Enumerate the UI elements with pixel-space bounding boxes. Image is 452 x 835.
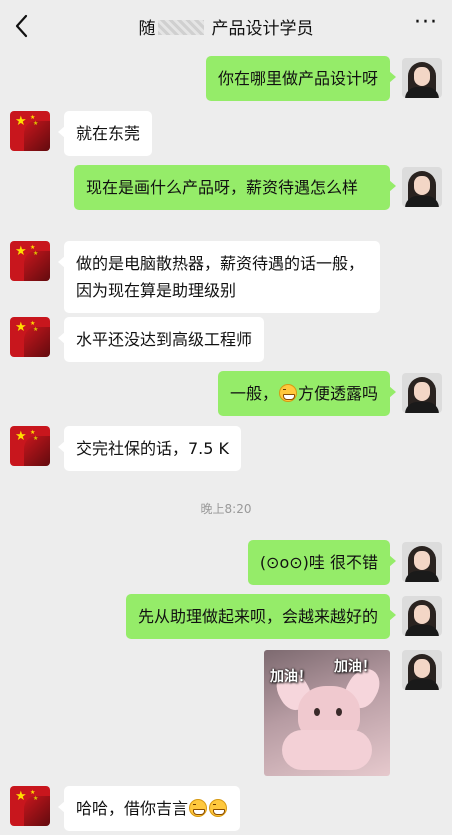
message-text: (⊙o⊙)哇 很不错 — [259, 553, 378, 572]
contact-avatar[interactable]: ★★★ — [10, 111, 50, 151]
message-bubble-sent[interactable]: 现在是画什么产品呀，薪资待遇怎么样 — [74, 165, 396, 210]
contact-avatar[interactable]: ★★★ — [10, 786, 50, 826]
my-avatar[interactable] — [402, 596, 442, 636]
message-bubble-sent[interactable]: (⊙o⊙)哇 很不错 — [247, 540, 397, 585]
message-text: 现在是画什么产品呀，薪资待遇怎么样 — [86, 178, 359, 197]
message-text: 就在东莞 — [76, 124, 141, 143]
message-text: 交完社保的话，7.5 K — [76, 439, 230, 458]
my-avatar[interactable] — [402, 650, 442, 690]
message-text: 先从助理做起来呗，会越来越好的 — [137, 607, 378, 626]
message-bubble-received[interactable]: 哈哈，借你吉言 — [57, 786, 241, 831]
more-dots-icon[interactable]: ··· — [414, 12, 438, 34]
message-text-after: 方便透露吗 — [297, 384, 378, 403]
chat-title: 随 产品设计学员 — [0, 14, 452, 39]
message-text: 你在哪里做产品设计呀 — [217, 69, 378, 88]
message-bubble-received[interactable]: 交完社保的话，7.5 K — [57, 426, 242, 471]
sticker-caption-left: 加油！ — [270, 669, 312, 685]
sticker-image[interactable]: 加油！ 加油！ — [264, 650, 390, 776]
my-avatar[interactable] — [402, 373, 442, 413]
message-text: 做的是电脑散热器，薪资待遇的话一般，因为现在算是助理级别 — [76, 254, 365, 300]
message-bubble-received[interactable]: 水平还没达到高级工程师 — [57, 317, 265, 362]
grin-emoji-icon — [278, 384, 297, 402]
message-bubble-sent[interactable]: 一般， 方便透露吗 — [217, 371, 397, 416]
my-avatar[interactable] — [402, 58, 442, 98]
chat-title-prefix: 随 — [138, 19, 156, 39]
message-text: 哈哈，借你吉言 — [76, 799, 189, 818]
grin-emoji-icon — [209, 799, 228, 817]
message-bubble-received[interactable]: 做的是电脑散热器，薪资待遇的话一般，因为现在算是助理级别 — [58, 241, 380, 313]
message-bubble-sent[interactable]: 你在哪里做产品设计呀 — [205, 56, 397, 101]
chat-header: 随 产品设计学员 ··· — [0, 0, 452, 52]
contact-avatar[interactable]: ★★★ — [10, 426, 50, 466]
my-avatar[interactable] — [402, 542, 442, 582]
redacted-name — [157, 20, 204, 35]
my-avatar[interactable] — [402, 167, 442, 207]
chat-timestamp: 晚上8:20 — [200, 502, 252, 516]
contact-avatar[interactable]: ★★★ — [10, 317, 50, 357]
contact-avatar[interactable]: ★★★ — [10, 241, 50, 281]
sticker-caption-right: 加油！ — [334, 659, 376, 675]
message-bubble-received[interactable]: 就在东莞 — [57, 111, 153, 156]
message-text-before: 一般， — [229, 384, 278, 403]
grin-emoji-icon — [189, 799, 208, 817]
message-bubble-sent[interactable]: 先从助理做起来呗，会越来越好的 — [125, 594, 397, 639]
message-text: 水平还没达到高级工程师 — [76, 330, 253, 349]
chat-title-main: 产品设计学员 — [211, 19, 314, 39]
